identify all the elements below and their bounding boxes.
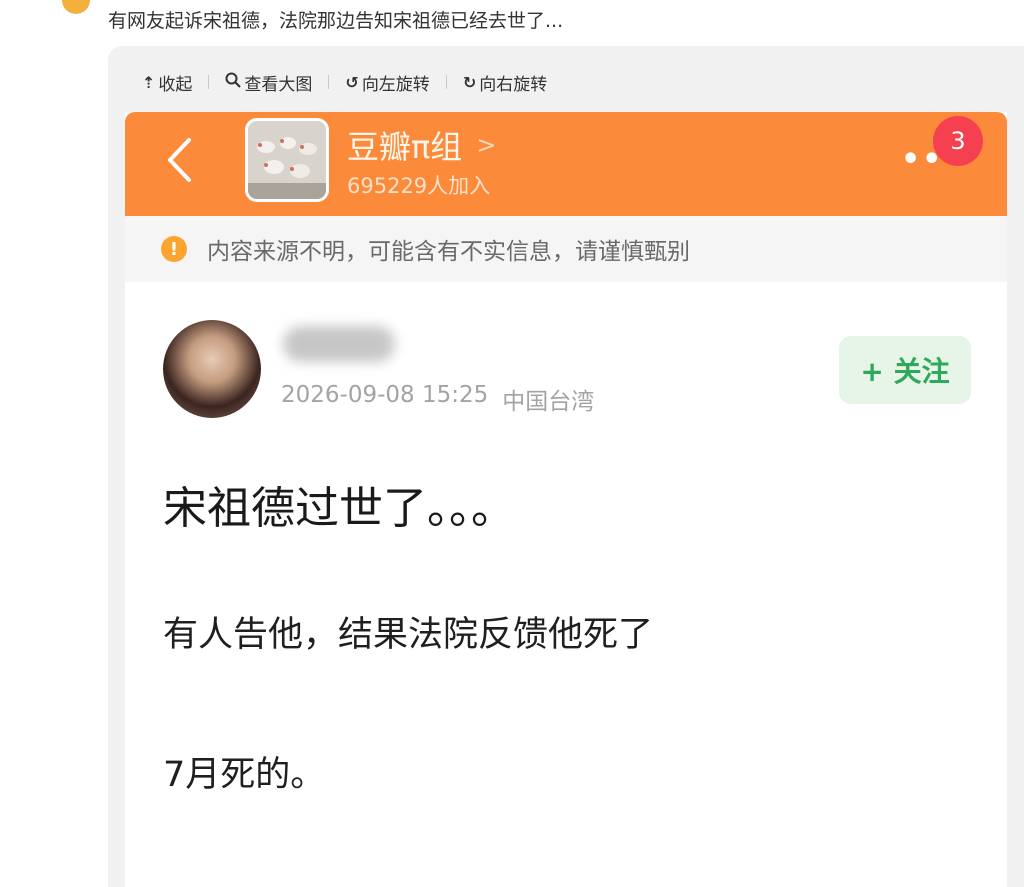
post-title: 宋祖德过世了。。。 bbox=[163, 483, 515, 534]
rotate-right-label: 向右旋转 bbox=[479, 74, 548, 95]
search-icon bbox=[225, 72, 242, 92]
group-title[interactable]: 豆瓣π组 > bbox=[347, 122, 496, 168]
post-body-line: 7月死的。 bbox=[163, 755, 326, 795]
view-large-button[interactable]: 查看大图 bbox=[225, 70, 312, 95]
toolbar-divider bbox=[445, 75, 447, 89]
post-location: 中国台湾 bbox=[502, 389, 595, 415]
author-avatar-fragment bbox=[62, 0, 90, 14]
post-body-line: 有人告他，结果法院反馈他死了 bbox=[163, 615, 654, 655]
collapse-icon: ⇡ bbox=[142, 72, 156, 92]
post-caption: 有网友起诉宋祖德，法院那边告知宋祖德已经去世了... bbox=[108, 10, 564, 32]
rotate-left-button[interactable]: ↺ 向左旋转 bbox=[345, 70, 429, 95]
screenshot-image[interactable]: 豆瓣π组 > 695229人加入 •• 3 ! 内容来源不明，可能含有不实信息，… bbox=[125, 112, 1007, 887]
group-header: 豆瓣π组 > 695229人加入 •• 3 bbox=[125, 112, 1007, 216]
warning-icon: ! bbox=[161, 236, 187, 262]
follow-button[interactable]: + 关注 bbox=[839, 336, 971, 404]
notice-text: 内容来源不明，可能含有不实信息，请谨慎甄别 bbox=[207, 239, 690, 265]
back-icon bbox=[168, 138, 191, 182]
collapse-label: 收起 bbox=[158, 74, 193, 95]
back-button[interactable] bbox=[159, 134, 199, 186]
chevron-right-icon: > bbox=[476, 131, 497, 159]
image-toolbar: ⇡ 收起 查看大图 ↺ 向左旋转 ↻ 向右旋转 bbox=[142, 68, 547, 96]
post-datetime: 2026-09-08 15:25 bbox=[281, 382, 489, 408]
group-name-label: 豆瓣π组 bbox=[347, 128, 463, 166]
group-member-count: 695229人加入 bbox=[347, 174, 491, 198]
rotate-left-icon: ↺ bbox=[345, 72, 359, 92]
post-meta: 2026-09-08 15:25 中国台湾 bbox=[281, 382, 594, 416]
geese-thumbnail bbox=[248, 121, 326, 199]
group-avatar[interactable] bbox=[245, 118, 329, 202]
toolbar-divider bbox=[328, 75, 330, 89]
avatar[interactable] bbox=[163, 320, 261, 418]
username-blurred[interactable] bbox=[283, 326, 395, 362]
toolbar-divider bbox=[208, 75, 210, 89]
notification-badge: 3 bbox=[933, 116, 983, 166]
collapse-button[interactable]: ⇡ 收起 bbox=[142, 70, 192, 95]
warning-notice: ! 内容来源不明，可能含有不实信息，请谨慎甄别 bbox=[125, 216, 1007, 282]
rotate-left-label: 向左旋转 bbox=[361, 74, 430, 95]
rotate-right-icon: ↻ bbox=[462, 72, 477, 92]
rotate-right-button[interactable]: ↻ 向右旋转 bbox=[463, 70, 547, 95]
view-large-label: 查看大图 bbox=[244, 74, 313, 95]
